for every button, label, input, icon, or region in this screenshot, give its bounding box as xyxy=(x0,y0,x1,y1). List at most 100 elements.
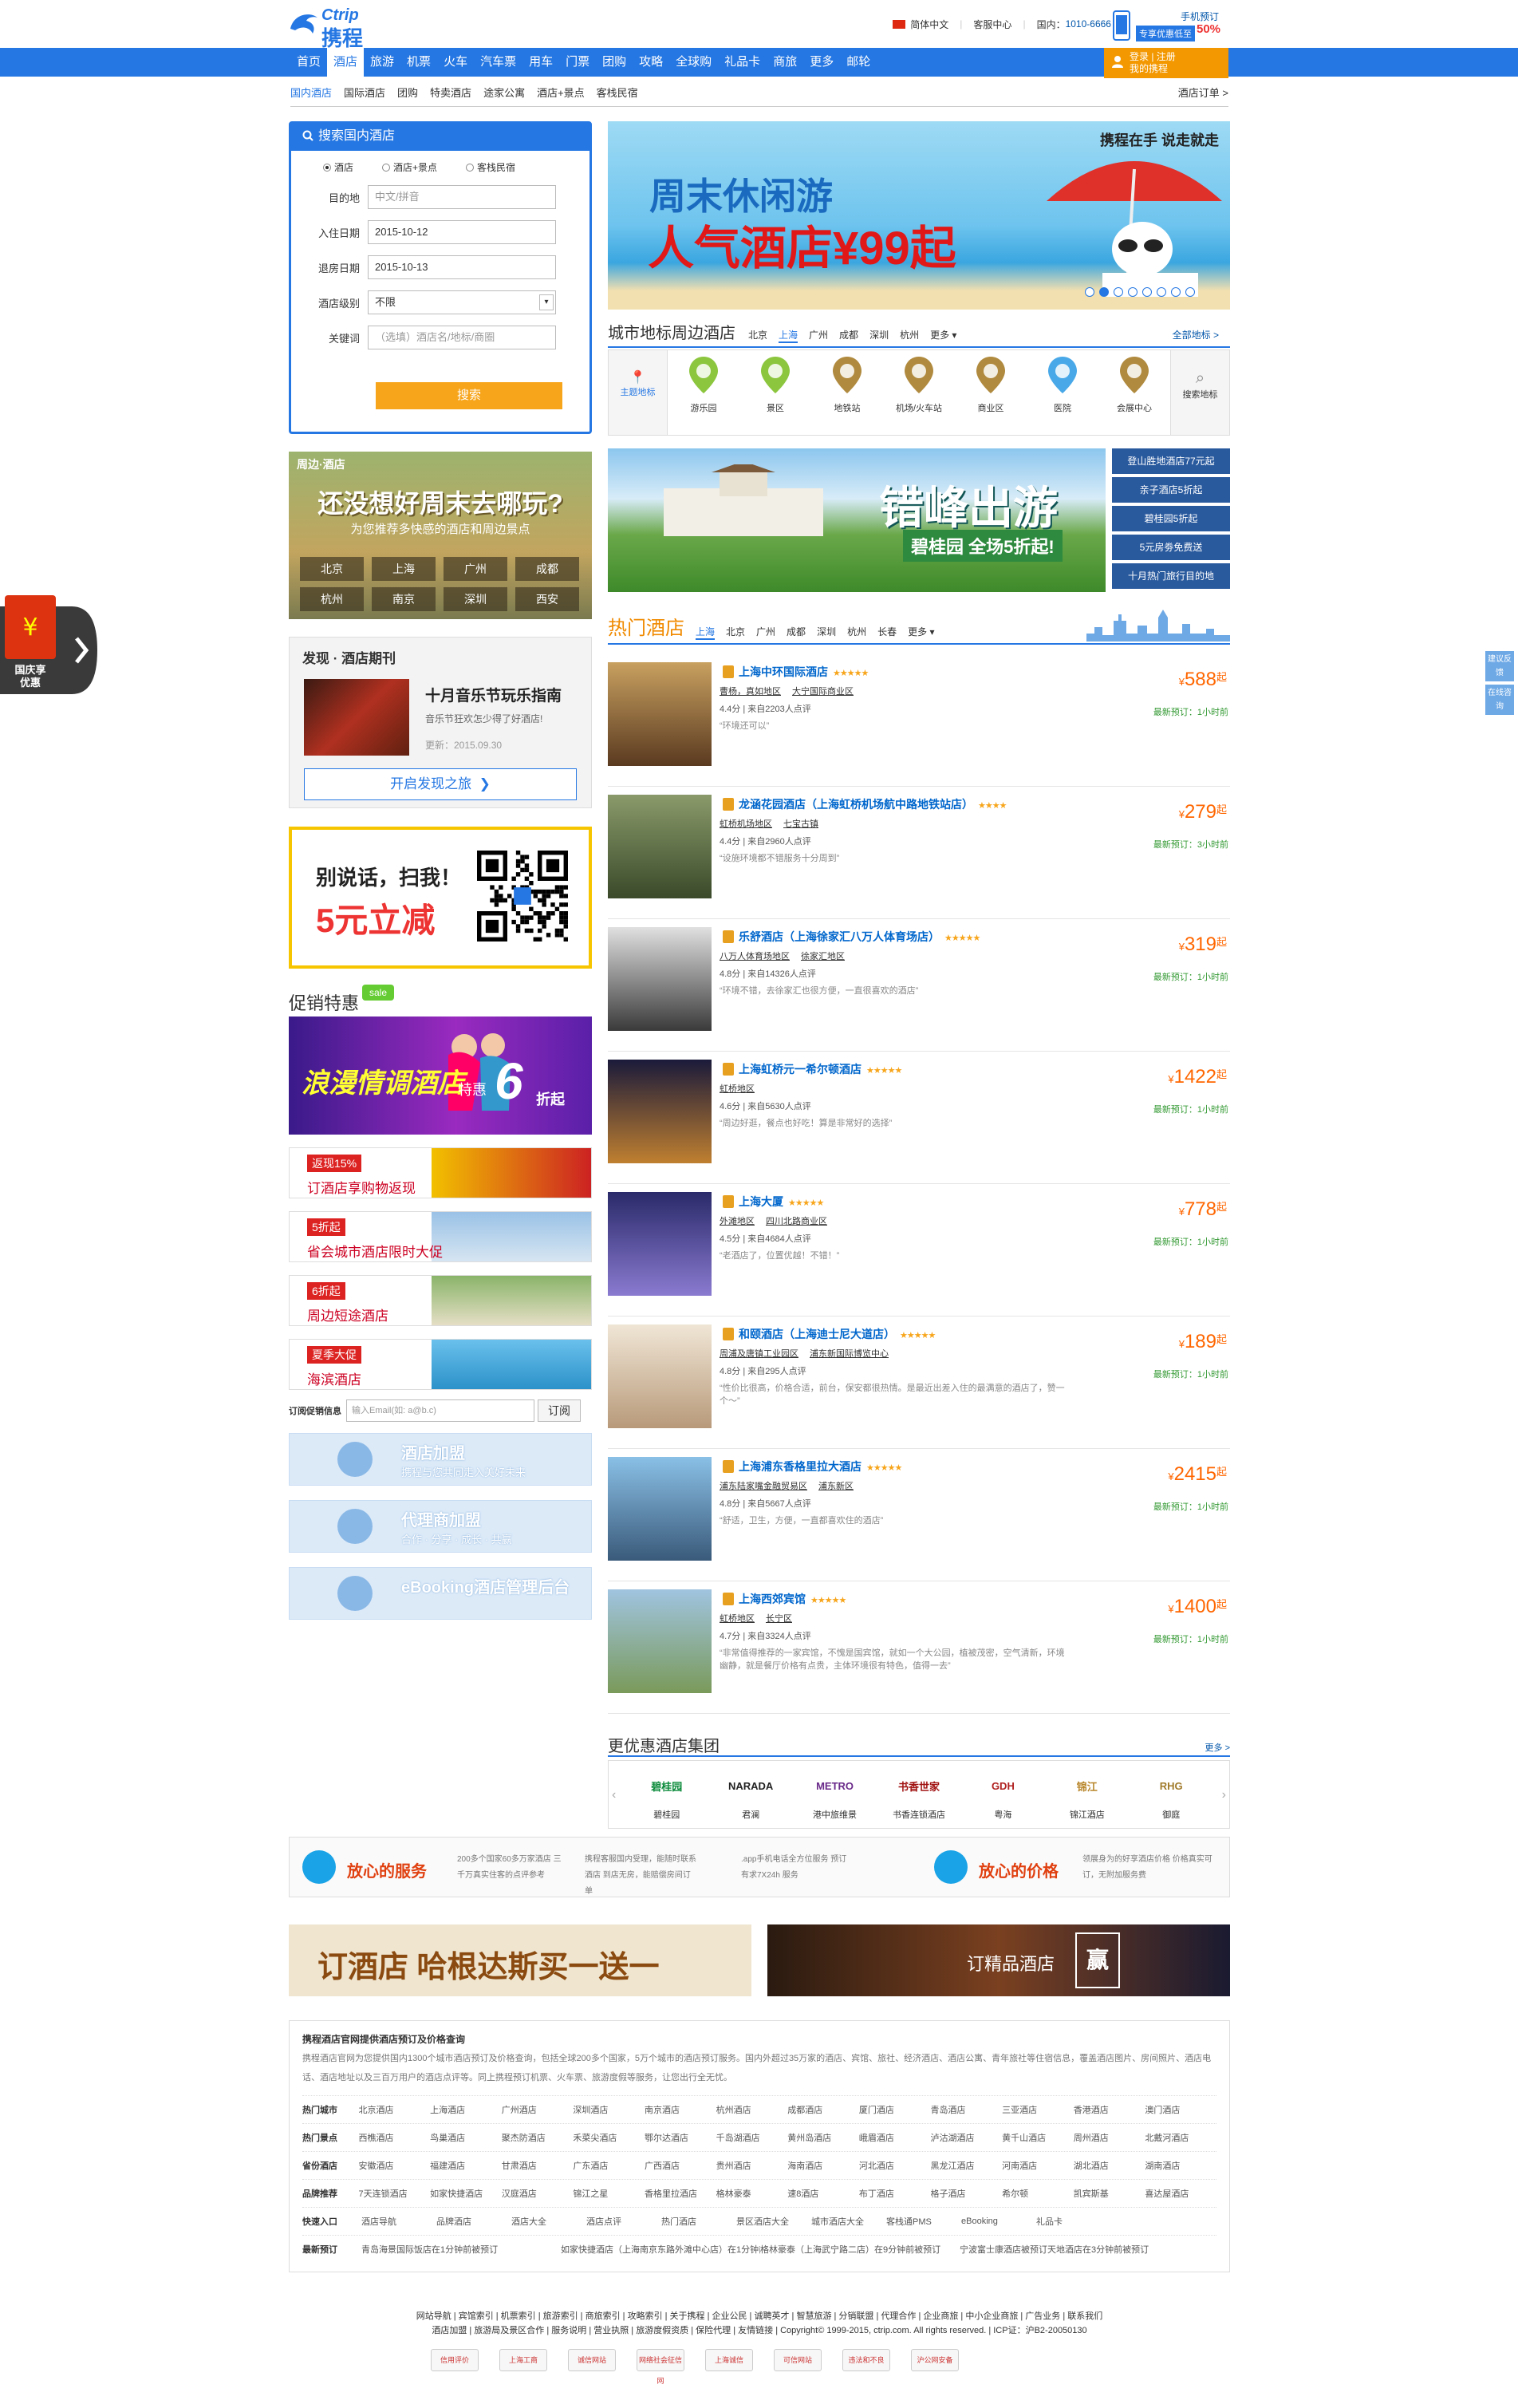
carousel-dot[interactable] xyxy=(1114,287,1123,297)
seo-link[interactable]: 7天连锁酒店 xyxy=(359,2187,431,2200)
hotel-name-row[interactable]: 和颐酒店（上海迪士尼大道店） ★★★★★ xyxy=(723,1326,936,1342)
review-count[interactable]: 来自14326人点评 xyxy=(747,969,816,979)
promo-card[interactable]: 夏季大促 海滨酒店 xyxy=(289,1339,592,1390)
hotel-card[interactable]: 上海中环国际酒店 ★★★★★ 曹杨，真如地区 大宁国际商业区 4.4分 | 来自2203… xyxy=(608,653,1230,787)
landmark-category[interactable]: 游乐园 xyxy=(668,350,739,435)
carousel-dot[interactable] xyxy=(1185,287,1195,297)
weekend-city[interactable]: 上海 xyxy=(372,557,436,581)
hotel-group[interactable]: RHG 御庭 xyxy=(1130,1768,1213,1821)
hotel-level-select[interactable]: 不限 ▾ xyxy=(368,290,556,314)
seo-link[interactable]: 酒店大全 xyxy=(511,2215,586,2228)
weekend-city[interactable]: 南京 xyxy=(372,587,436,611)
footer-links[interactable]: 网站导航 | 宾馆索引 | 机票索引 | 旅游索引 | 商旅索引 | 攻略索引 … xyxy=(289,2309,1230,2323)
area-link[interactable]: 七宝古镇 xyxy=(783,819,818,829)
area-link[interactable]: 虹桥机场地区 xyxy=(720,819,772,829)
hotel-type-radio[interactable]: 酒店 xyxy=(323,160,353,174)
seo-link[interactable]: 南京酒店 xyxy=(645,2103,716,2116)
online-chat-button[interactable]: 在线咨询 xyxy=(1485,685,1514,715)
hotel-card[interactable]: 上海大厦 ★★★★★ 外滩地区 四川北路商业区 4.5分 | 来自4684人点评 “老酒店… xyxy=(608,1182,1230,1317)
nav-item[interactable]: 礼品卡 xyxy=(718,48,767,77)
hotel-group[interactable]: 锦江 锦江酒店 xyxy=(1045,1768,1129,1821)
weekend-city[interactable]: 杭州 xyxy=(300,587,364,611)
nav-item[interactable]: 旅游 xyxy=(364,48,400,77)
seo-link[interactable]: 甘肃酒店 xyxy=(502,2159,574,2172)
nav-item[interactable]: 更多 xyxy=(803,48,840,77)
area-link[interactable]: 八万人体育场地区 xyxy=(720,952,790,961)
seo-link[interactable]: 成都酒店 xyxy=(787,2103,859,2116)
hotel-card[interactable]: 和颐酒店（上海迪士尼大道店） ★★★★★ 周浦及唐镇工业园区 浦东新国际博览中心 4.8… xyxy=(608,1315,1230,1449)
subnav-item[interactable]: 团购 xyxy=(397,85,418,100)
nav-item[interactable]: 用车 xyxy=(522,48,559,77)
landmark-category[interactable]: 地铁站 xyxy=(811,350,883,435)
nav-item[interactable]: 机票 xyxy=(400,48,437,77)
keyword-input[interactable]: （选填）酒店名/地标/商圈 xyxy=(368,326,556,349)
nav-item[interactable]: 邮轮 xyxy=(840,48,877,77)
journal-image[interactable] xyxy=(304,679,409,756)
seo-link[interactable]: 湖南酒店 xyxy=(1145,2159,1216,2172)
hotel-name-row[interactable]: 上海浦东香格里拉大酒店 ★★★★★ xyxy=(723,1459,902,1474)
nav-item[interactable]: 门票 xyxy=(559,48,596,77)
seo-link[interactable]: 澳门酒店 xyxy=(1145,2103,1216,2116)
seo-link[interactable]: 如家快捷酒店（上海南京东路外滩中心店）在1分钟前被预订 xyxy=(561,2243,760,2256)
area-link[interactable]: 曹杨，真如地区 xyxy=(720,687,781,697)
seo-link[interactable]: 周州酒店 xyxy=(1074,2131,1145,2144)
seo-link[interactable]: 河南酒店 xyxy=(1002,2159,1074,2172)
seo-link[interactable]: 海南酒店 xyxy=(787,2159,859,2172)
area-link[interactable]: 周浦及唐镇工业园区 xyxy=(720,1349,798,1359)
language-link[interactable]: 简体中文 xyxy=(910,18,948,31)
carousel-dot[interactable] xyxy=(1128,287,1138,297)
seo-link[interactable]: 鄂尔达酒店 xyxy=(645,2131,716,2144)
carousel-dot[interactable] xyxy=(1142,287,1152,297)
landmark-city-tab[interactable]: 深圳 xyxy=(869,328,889,343)
seo-link[interactable]: 安徽酒店 xyxy=(359,2159,431,2172)
hero-banner[interactable]: 周末休闲游 人气酒店¥99起 携程在手 说走就走 xyxy=(608,121,1230,310)
trust-badge[interactable]: 上海诚信 xyxy=(705,2349,753,2371)
trust-badge[interactable]: 网络社会征信网 xyxy=(637,2349,684,2385)
offpeak-link[interactable]: 碧桂园5折起 xyxy=(1112,506,1230,531)
seo-link[interactable]: 北京酒店 xyxy=(359,2103,431,2116)
seo-link[interactable]: 河北酒店 xyxy=(859,2159,931,2172)
romance-hotel-banner[interactable]: 浪漫情调酒店 特惠 6 折起 xyxy=(289,1016,592,1135)
hotel-orders-link[interactable]: 酒店订单 > xyxy=(1178,85,1228,100)
feedback-button[interactable]: 建议反馈 xyxy=(1485,651,1514,681)
seo-link[interactable]: 广西酒店 xyxy=(645,2159,716,2172)
hot-city-tab[interactable]: 成都 xyxy=(787,625,806,640)
seo-link[interactable]: 黄州岛酒店 xyxy=(787,2131,859,2144)
hotel-photo[interactable] xyxy=(608,1457,712,1561)
hotel-name-row[interactable]: 上海虹桥元一希尔顿酒店 ★★★★★ xyxy=(723,1061,902,1077)
seo-link[interactable]: 格林豪泰 xyxy=(716,2187,788,2200)
area-link[interactable]: 虹桥地区 xyxy=(720,1614,755,1624)
seo-link[interactable]: 千岛湖酒店 xyxy=(716,2131,788,2144)
email-input[interactable]: 输入Email(如: a@b.c) xyxy=(346,1399,534,1422)
review-count[interactable]: 来自2203人点评 xyxy=(747,705,810,714)
seo-link[interactable]: 景区酒店大全 xyxy=(736,2215,811,2228)
seo-link[interactable]: 酒店点评 xyxy=(586,2215,661,2228)
hotel-name-row[interactable]: 上海西郊宾馆 ★★★★★ xyxy=(723,1591,846,1607)
review-count[interactable]: 来自295人点评 xyxy=(747,1367,806,1376)
seo-link[interactable]: 锦江之星 xyxy=(573,2187,645,2200)
hotel-name-row[interactable]: 龙涵花园酒店（上海虹桥机场航中路地铁站店） ★★★★ xyxy=(723,796,1007,812)
hotel-name-row[interactable]: 上海大厦 ★★★★★ xyxy=(723,1194,824,1210)
area-link[interactable]: 虹桥地区 xyxy=(720,1084,755,1094)
carousel-dot[interactable] xyxy=(1099,287,1109,297)
hotel-group[interactable]: 书香世家 书香连锁酒店 xyxy=(877,1768,960,1821)
seo-link[interactable]: 品牌酒店 xyxy=(436,2215,511,2228)
offpeak-link[interactable]: 亲子酒店5折起 xyxy=(1112,477,1230,503)
hotel-photo[interactable] xyxy=(608,927,712,1031)
seo-link[interactable]: 热门酒店 xyxy=(661,2215,736,2228)
hot-city-tab[interactable]: 北京 xyxy=(726,625,745,640)
carousel-dot[interactable] xyxy=(1171,287,1181,297)
seo-link[interactable]: 青岛海景国际饭店在1分钟前被预订 xyxy=(361,2243,561,2256)
offpeak-link[interactable]: 5元房劵免费送 xyxy=(1112,535,1230,560)
hotel-photo[interactable] xyxy=(608,1192,712,1296)
landmark-city-tab[interactable]: 上海 xyxy=(779,328,798,343)
weekend-promo[interactable]: 周边·酒店 还没想好周末去哪玩? 为您推荐多快感的酒店和周边景点 北京 上海 广州成… xyxy=(289,452,592,619)
weekend-city[interactable]: 深圳 xyxy=(444,587,507,611)
haagen-dazs-ad[interactable]: 订酒店 哈根达斯买一送一 xyxy=(289,1924,751,1996)
weekend-city[interactable]: 西安 xyxy=(515,587,579,611)
hotel-photo[interactable] xyxy=(608,795,712,898)
nav-item[interactable]: 首页 xyxy=(290,48,327,77)
subnav-item[interactable]: 国内酒店 xyxy=(290,85,332,100)
seo-link[interactable]: 鸟巢酒店 xyxy=(430,2131,502,2144)
seo-link[interactable]: 湖北酒店 xyxy=(1074,2159,1145,2172)
